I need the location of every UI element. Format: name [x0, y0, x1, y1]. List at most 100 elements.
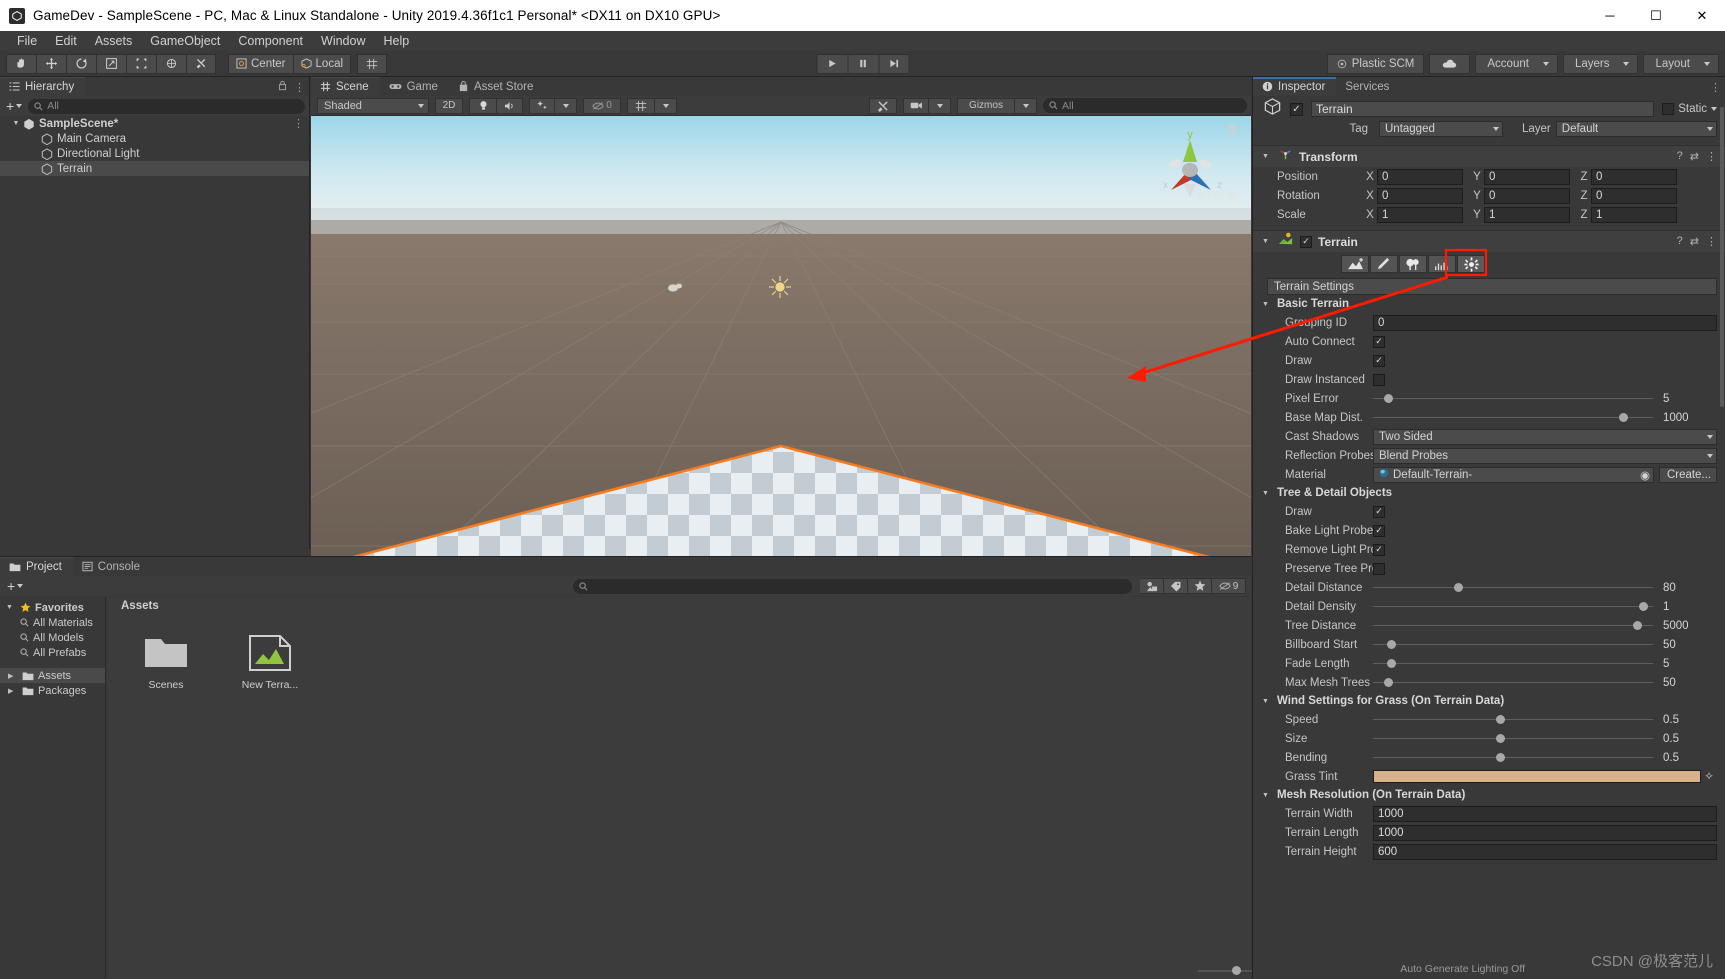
terrain-detail-density-value[interactable]: 1: [1659, 599, 1717, 615]
terrain-max-mesh-trees-value[interactable]: 50: [1659, 675, 1717, 691]
menu-item-assets[interactable]: Assets: [86, 31, 142, 51]
scene-view-axis-gizmo[interactable]: y x z: [1153, 126, 1229, 222]
terrain-draw-checkbox[interactable]: ✓: [1373, 354, 1385, 367]
pivot-rotation-button[interactable]: Local: [292, 53, 352, 74]
terrain-reflection-probes-dropdown[interactable]: Blend Probes: [1373, 447, 1717, 464]
terrain-section-header-mesh-resolution-on-terrain-data[interactable]: ▼ Mesh Resolution (On Terrain Data): [1253, 786, 1725, 804]
preset-icon[interactable]: ⇄: [1690, 235, 1699, 248]
menu-item-window[interactable]: Window: [312, 31, 374, 51]
component-header-transform[interactable]: ▼ Transform ? ⇄ ⋮: [1253, 145, 1725, 167]
paint-trees-tool-button[interactable]: [1399, 255, 1427, 273]
project-favorite-all-materials[interactable]: All Materials: [0, 615, 105, 630]
terrain-max-mesh-trees-slider[interactable]: [1373, 677, 1653, 689]
layers-button[interactable]: Layers: [1562, 53, 1639, 74]
scene-search-input[interactable]: All: [1043, 98, 1247, 113]
hand-tool-button[interactable]: [6, 53, 36, 74]
scene-projection-label[interactable]: ≤ Persp: [1197, 189, 1237, 201]
component-header-terrain[interactable]: ▼ ✓ Terrain ? ⇄ ⋮: [1253, 230, 1725, 252]
transform-scale-y-input[interactable]: 1: [1484, 206, 1570, 223]
grid-snap-icon[interactable]: [357, 53, 388, 74]
terrain-size-slider[interactable]: [1373, 733, 1653, 745]
inspector-menu-icon[interactable]: ⋮: [1710, 81, 1721, 94]
project-add-button[interactable]: +: [5, 578, 25, 594]
menu-item-component[interactable]: Component: [229, 31, 312, 51]
transform-scale-z-input[interactable]: 1: [1591, 206, 1677, 223]
minimize-button[interactable]: ─: [1587, 0, 1633, 31]
terrain-speed-value[interactable]: 0.5: [1659, 712, 1717, 728]
favorite-star-icon[interactable]: [1188, 578, 1212, 594]
project-tree-item-assets[interactable]: ▶ Assets: [0, 668, 105, 683]
paint-terrain-tool-button[interactable]: [1370, 255, 1398, 273]
hidden-packages-count[interactable]: 9: [1212, 578, 1246, 594]
project-favorite-all-prefabs[interactable]: All Prefabs: [0, 645, 105, 660]
chevron-down-icon[interactable]: ▼: [10, 120, 22, 127]
terrain-base-map-dist-slider[interactable]: [1373, 412, 1653, 424]
terrain-billboard-start-slider[interactable]: [1373, 639, 1653, 651]
terrain-preserve-tree-prot-checkbox[interactable]: [1373, 562, 1385, 575]
tab-inspector[interactable]: Inspector: [1253, 77, 1337, 96]
terrain-draw-instanced-checkbox[interactable]: [1373, 373, 1385, 386]
transform-rotation-y-input[interactable]: 0: [1484, 187, 1570, 204]
terrain-section-header-basic-terrain[interactable]: ▼ Basic Terrain: [1253, 295, 1725, 313]
custom-tool-button[interactable]: [186, 53, 216, 74]
terrain-billboard-start-value[interactable]: 50: [1659, 637, 1717, 653]
component-menu-icon[interactable]: ⋮: [1706, 235, 1717, 248]
terrain-section-header-tree-detail-objects[interactable]: ▼ Tree & Detail Objects: [1253, 484, 1725, 502]
tag-dropdown[interactable]: Untagged: [1379, 120, 1503, 137]
lock-icon[interactable]: [278, 80, 287, 94]
terrain-settings-tool-button[interactable]: [1457, 255, 1485, 273]
menu-item-edit[interactable]: Edit: [46, 31, 86, 51]
help-icon[interactable]: ?: [1677, 235, 1683, 248]
object-name-input[interactable]: Terrain: [1311, 101, 1655, 117]
component-menu-icon[interactable]: ⋮: [1706, 150, 1717, 163]
pivot-mode-button[interactable]: Center: [228, 53, 293, 74]
chevron-down-icon[interactable]: ▼: [1262, 490, 1272, 497]
terrain-bending-value[interactable]: 0.5: [1659, 750, 1717, 766]
hierarchy-menu-icon[interactable]: ⋮: [294, 81, 305, 94]
play-button[interactable]: [816, 53, 847, 74]
transform-rotation-x-input[interactable]: 0: [1377, 187, 1463, 204]
terrain-detail-density-slider[interactable]: [1373, 601, 1653, 613]
terrain-cast-shadows-dropdown[interactable]: Two Sided: [1373, 428, 1717, 445]
shading-mode-dropdown[interactable]: Shaded: [317, 97, 429, 114]
hierarchy-search-input[interactable]: All: [28, 98, 305, 114]
scene-tools-button[interactable]: [869, 97, 897, 114]
terrain-pixel-error-value[interactable]: 5: [1659, 391, 1717, 407]
tab-game[interactable]: Game: [379, 77, 449, 96]
transform-scale-x-input[interactable]: 1: [1377, 206, 1463, 223]
create-neighbor-terrains-tool-button[interactable]: [1341, 255, 1369, 273]
rect-tool-button[interactable]: [126, 53, 156, 74]
static-checkbox[interactable]: [1662, 103, 1675, 115]
terrain-section-header-wind-settings-for-grass-on-terrain-data[interactable]: ▼ Wind Settings for Grass (On Terrain Dat…: [1253, 692, 1725, 710]
gizmos-button[interactable]: Gizmos: [957, 97, 1015, 114]
eyedropper-icon[interactable]: ⟡: [1701, 770, 1717, 783]
hierarchy-row-terrain[interactable]: Terrain: [0, 161, 309, 176]
move-tool-button[interactable]: [36, 53, 66, 74]
project-search-input[interactable]: [572, 578, 1132, 594]
asset-item-new-terrain[interactable]: New Terra...: [231, 633, 309, 691]
scene-viewport[interactable]: y x z ≤ Persp: [311, 116, 1251, 568]
project-favorite-all-models[interactable]: All Models: [0, 630, 105, 645]
terrain-bending-slider[interactable]: [1373, 752, 1653, 764]
static-toggle[interactable]: Static: [1662, 103, 1717, 115]
scene-grid-toggle[interactable]: [627, 97, 655, 114]
terrain-grouping-id-input[interactable]: 0: [1373, 314, 1717, 331]
close-button[interactable]: ✕: [1679, 0, 1725, 31]
asset-item-scenes[interactable]: Scenes: [127, 633, 205, 691]
terrain-detail-distance-value[interactable]: 80: [1659, 580, 1717, 596]
terrain-fade-length-value[interactable]: 5: [1659, 656, 1717, 672]
transform-tool-button[interactable]: [156, 53, 186, 74]
terrain-fade-length-slider[interactable]: [1373, 658, 1653, 670]
filter-by-label-icon[interactable]: [1164, 578, 1188, 594]
hierarchy-row-directional-light[interactable]: Directional Light: [0, 146, 309, 161]
terrain-terrain-width-input[interactable]: 1000: [1373, 805, 1717, 822]
tab-services[interactable]: Services: [1336, 77, 1401, 96]
transform-position-x-input[interactable]: 0: [1377, 168, 1463, 185]
chevron-down-icon[interactable]: ▼: [1262, 153, 1272, 160]
step-button[interactable]: [878, 53, 909, 74]
chevron-down-icon[interactable]: ▼: [1262, 792, 1272, 799]
scene-camera-button[interactable]: [903, 97, 929, 114]
tab-asset-store[interactable]: Asset Store: [448, 77, 545, 96]
scene-fx-dropdown[interactable]: [555, 97, 577, 114]
terrain-base-map-dist-value[interactable]: 1000: [1659, 410, 1717, 426]
